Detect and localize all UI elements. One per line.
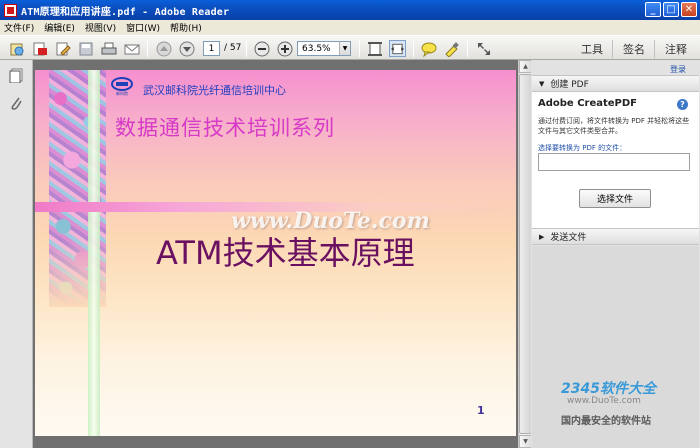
fit-page-icon[interactable] (366, 40, 383, 57)
menu-view[interactable]: 视图(V) (85, 21, 116, 34)
slide-page-number: 1 (477, 404, 485, 417)
next-page-icon[interactable] (178, 40, 195, 57)
tab-comment[interactable]: 注释 (659, 40, 693, 58)
send-files-label: 发送文件 (550, 233, 587, 243)
tab-separator (654, 40, 655, 58)
zoom-in-icon[interactable] (276, 40, 293, 57)
tab-separator (612, 40, 613, 58)
vertical-scrollbar[interactable]: ▲ ▼ (518, 60, 532, 448)
attachments-icon[interactable] (9, 96, 23, 111)
file-input[interactable] (538, 153, 690, 171)
choose-file-button[interactable]: 选择文件 (579, 189, 651, 208)
send-files-section-header[interactable]: ▶ 发送文件 (532, 228, 699, 245)
triangle-right-icon: ▶ (539, 232, 545, 241)
edit-pdf-icon[interactable] (54, 40, 71, 57)
slide-title: ATM技术基本原理 (156, 234, 415, 272)
menu-bar: 文件(F) 编辑(E) 视图(V) 窗口(W) 帮助(H) (0, 20, 700, 35)
wri-logo-icon: 邮科院 (111, 77, 133, 96)
create-pdf-icon[interactable] (31, 40, 48, 57)
create-pdf-label: 创建 PDF (550, 80, 589, 90)
fit-width-icon[interactable] (389, 40, 406, 57)
login-link[interactable]: 登录 (670, 64, 686, 75)
zoom-select[interactable]: 63.5% ▼ (297, 41, 351, 56)
chevron-down-icon[interactable]: ▼ (339, 42, 350, 55)
create-pdf-section-header[interactable]: ▼ 创建 PDF (532, 75, 699, 92)
toolbar-separator (246, 40, 247, 57)
document-view[interactable]: 邮科院 武汉邮科院光纤通信培训中心 数据通信技术培训系列 www.DuoTe.c… (33, 60, 518, 448)
brand-watermark-slogan: 国内最安全的软件站 (561, 416, 651, 427)
page-number-input[interactable]: 1 (203, 41, 220, 56)
series-title: 数据通信技术培训系列 (115, 116, 335, 140)
toolbar-separator (467, 40, 468, 57)
page-total: / 57 (224, 43, 242, 53)
pdf-page: 邮科院 武汉邮科院光纤通信培训中心 数据通信技术培训系列 www.DuoTe.c… (35, 70, 516, 436)
createpdf-product-title: Adobe CreatePDF (538, 98, 638, 109)
print-icon[interactable] (100, 40, 117, 57)
adobe-reader-icon (4, 3, 17, 17)
organization-name: 武汉邮科院光纤通信培训中心 (143, 84, 286, 97)
tab-tools[interactable]: 工具 (575, 40, 609, 58)
tools-panel: 登录 ▼ 创建 PDF Adobe CreatePDF ? 通过付费订阅，将文件… (531, 60, 700, 448)
navigation-pane (0, 60, 33, 448)
menu-file[interactable]: 文件(F) (4, 21, 34, 34)
file-select-label: 选择要转换为 PDF 的文件： (538, 144, 627, 152)
toolbar-separator (413, 40, 414, 57)
zoom-out-icon[interactable] (253, 40, 270, 57)
toolbar-separator (359, 40, 360, 57)
createpdf-description: 通过付费订阅，将文件转换为 PDF 并轻松将这些文件与其它文件类型合并。 (538, 117, 690, 135)
menu-help[interactable]: 帮助(H) (170, 21, 202, 34)
zoom-value: 63.5% (302, 43, 331, 54)
comment-icon[interactable] (420, 40, 437, 57)
window-controls: _ □ ✕ (645, 2, 697, 17)
window-title: ATM原理和应用讲座.pdf - Adobe Reader (21, 6, 230, 18)
toolbar: 1 / 57 63.5% ▼ 工具 签名 注释 (0, 35, 700, 60)
maximize-button[interactable]: □ (663, 2, 679, 17)
close-button[interactable]: ✕ (681, 2, 697, 17)
triangle-down-icon: ▼ (539, 79, 545, 88)
help-icon[interactable]: ? (677, 99, 688, 110)
previous-page-icon[interactable] (155, 40, 172, 57)
menu-window[interactable]: 窗口(W) (126, 21, 160, 34)
logo-text: 邮科院 (116, 90, 128, 96)
title-bar: ATM原理和应用讲座.pdf - Adobe Reader _ □ ✕ (0, 0, 700, 20)
brand-watermark-url: www.DuoTe.com (567, 396, 641, 406)
highlight-icon[interactable] (443, 40, 460, 57)
brand-watermark-name: 2345软件大全 (561, 381, 656, 397)
email-icon[interactable] (123, 40, 140, 57)
toolbar-separator (147, 40, 148, 57)
full-screen-icon[interactable] (475, 40, 492, 57)
tab-sign[interactable]: 签名 (617, 40, 651, 58)
page-thumbnails-icon[interactable] (9, 68, 23, 83)
minimize-button[interactable]: _ (645, 2, 661, 17)
save-icon[interactable] (77, 40, 94, 57)
menu-edit[interactable]: 编辑(E) (44, 21, 75, 34)
decorative-vertical-bar (88, 70, 100, 436)
open-file-icon[interactable] (8, 40, 25, 57)
